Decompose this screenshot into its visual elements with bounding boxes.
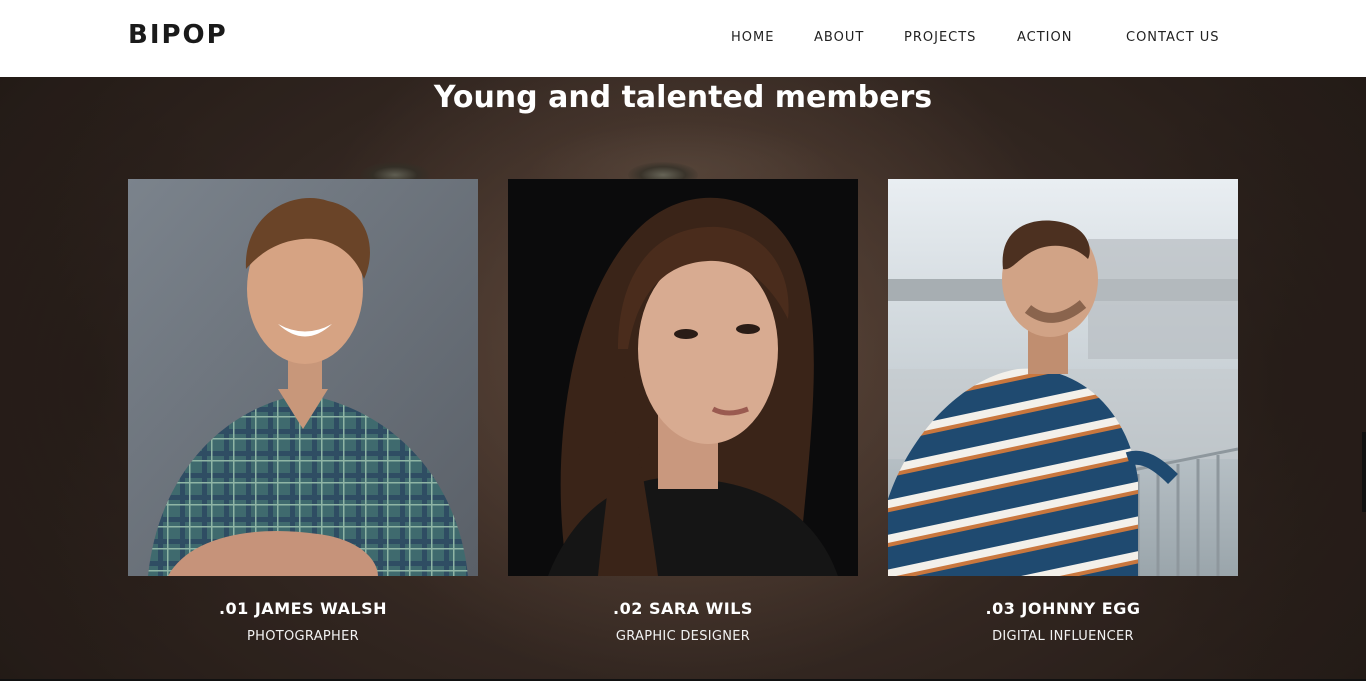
member-card: .03 JOHNNY EGG DIGITAL INFLUENCER [888, 179, 1238, 644]
member-photo-image [508, 179, 858, 576]
member-role: PHOTOGRAPHER [247, 629, 359, 644]
nav-contact-us[interactable]: CONTACT US [1126, 30, 1220, 45]
site-header: BIPOP HOME ABOUT PROJECTS ACTION CONTACT… [0, 0, 1366, 77]
member-photo [888, 179, 1238, 576]
nav-about[interactable]: ABOUT [814, 30, 864, 45]
section-title: Young and talented members [433, 80, 933, 115]
member-photo-image [888, 179, 1238, 576]
nav-home[interactable]: HOME [731, 30, 774, 45]
member-photo-image [128, 179, 478, 576]
member-card: .01 JAMES WALSH PHOTOGRAPHER [128, 179, 478, 644]
member-photo [508, 179, 858, 576]
scrollbar-thumb[interactable] [1362, 432, 1366, 512]
main-nav: HOME ABOUT PROJECTS ACTION CONTACT US [0, 30, 1366, 50]
member-role: GRAPHIC DESIGNER [615, 629, 751, 644]
nav-action[interactable]: ACTION [1017, 30, 1072, 45]
member-photo [128, 179, 478, 576]
member-role: DIGITAL INFLUENCER [992, 629, 1134, 644]
member-name: .02 SARA WILS [613, 599, 753, 618]
member-name: .03 JOHNNY EGG [985, 599, 1141, 618]
nav-projects[interactable]: PROJECTS [904, 30, 976, 45]
member-name: .01 JAMES WALSH [218, 599, 388, 618]
member-card: .02 SARA WILS GRAPHIC DESIGNER [508, 179, 858, 644]
